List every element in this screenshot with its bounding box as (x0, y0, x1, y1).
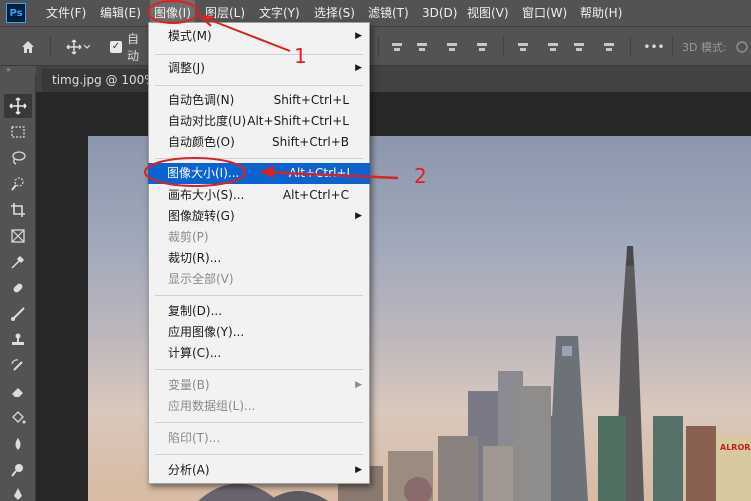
mode-3d-label: 3D 模式: (682, 41, 727, 54)
menu-item-auto-color[interactable]: 自动颜色(O) Shift+Ctrl+B (149, 132, 369, 153)
menu-filter[interactable]: 滤镜(T) (368, 0, 409, 26)
menu-bar: Ps 文件(F) 编辑(E) 图像(I) 图层(L) 文字(Y) 选择(S) 滤… (0, 0, 751, 26)
clone-stamp-tool-icon[interactable] (4, 328, 32, 352)
blur-tool-icon[interactable] (4, 432, 32, 456)
image-menu-dropdown: 模式(M) ▶ 调整(J) ▶ 自动色调(N) Shift+Ctrl+L 自动对比度(… (148, 22, 370, 484)
submenu-arrow-icon: ▶ (355, 380, 362, 390)
menu-item-canvas-size[interactable]: 画布大小(S)... Alt+Ctrl+C (149, 185, 369, 206)
distribute-vertical-icon[interactable] (600, 27, 618, 67)
distribute-icon[interactable] (473, 27, 491, 67)
menu-item-trap[interactable]: 陷印(T)... (149, 428, 369, 449)
move-tool-preset-icon[interactable] (58, 27, 98, 67)
menu-item-adjust[interactable]: 调整(J) ▶ (149, 58, 369, 79)
menu-item-apply-image[interactable]: 应用图像(Y)... (149, 322, 369, 343)
align-center-icon[interactable] (413, 27, 431, 67)
menu-item-auto-tone[interactable]: 自动色调(N) Shift+Ctrl+L (149, 90, 369, 111)
marquee-tool-icon[interactable] (4, 120, 32, 144)
menu-item-reveal-all[interactable]: 显示全部(V) (149, 269, 369, 290)
frame-tool-icon[interactable] (4, 224, 32, 248)
menu-item-image-rotation[interactable]: 图像旋转(G) ▶ (149, 206, 369, 227)
align-middle-icon[interactable] (544, 27, 562, 67)
menu-item-apply-data-set[interactable]: 应用数据组(L)... (149, 396, 369, 417)
document-tab-bar: timg.jpg @ 100%( (36, 66, 751, 92)
menu-item-duplicate[interactable]: 复制(D)... (149, 301, 369, 322)
photoshop-logo[interactable]: Ps (6, 3, 26, 23)
dodge-tool-icon[interactable] (4, 458, 32, 482)
submenu-arrow-icon: ▶ (355, 63, 362, 73)
eraser-tool-icon[interactable] (4, 380, 32, 404)
auto-select-label: 自动 (127, 32, 140, 63)
healing-brush-tool-icon[interactable] (4, 276, 32, 300)
lasso-tool-icon[interactable] (4, 146, 32, 170)
auto-select-checkbox[interactable]: ✓ (108, 27, 124, 67)
submenu-arrow-icon: ▶ (355, 211, 362, 221)
move-tool-icon[interactable] (4, 94, 32, 118)
menu-3d[interactable]: 3D(D) (422, 0, 457, 26)
menu-item-calculations[interactable]: 计算(C)... (149, 343, 369, 364)
annotation-step-2: 2 (414, 164, 427, 188)
menu-item-image-size[interactable]: 图像大小(I)... Alt+Ctrl+I (148, 163, 370, 184)
menu-item-trim[interactable]: 裁切(R)... (149, 248, 369, 269)
eyedropper-tool-icon[interactable] (4, 250, 32, 274)
menu-item-auto-contrast[interactable]: 自动对比度(U) Alt+Shift+Ctrl+L (149, 111, 369, 132)
menu-item-crop[interactable]: 裁剪(P) (149, 227, 369, 248)
menu-item-variables[interactable]: 变量(B) ▶ (149, 375, 369, 396)
menu-view[interactable]: 视图(V) (467, 0, 509, 26)
align-left-icon[interactable] (388, 27, 406, 67)
menu-edit[interactable]: 编辑(E) (100, 0, 141, 26)
crop-tool-icon[interactable] (4, 198, 32, 222)
history-brush-tool-icon[interactable] (4, 354, 32, 378)
photoshop-window: Ps 文件(F) 编辑(E) 图像(I) 图层(L) 文字(Y) 选择(S) 滤… (0, 0, 751, 501)
brush-tool-icon[interactable] (4, 302, 32, 326)
pen-tool-icon[interactable] (4, 482, 32, 501)
home-icon[interactable] (12, 27, 44, 67)
menu-help[interactable]: 帮助(H) (580, 0, 622, 26)
building-sign: ALRORA (720, 443, 751, 452)
menu-item-analysis[interactable]: 分析(A) ▶ (149, 460, 369, 481)
align-bottom-icon[interactable] (570, 27, 588, 67)
align-top-icon[interactable] (514, 27, 532, 67)
quick-selection-tool-icon[interactable] (4, 172, 32, 196)
paint-bucket-tool-icon[interactable] (4, 406, 32, 430)
submenu-arrow-icon: ▶ (355, 465, 362, 475)
menu-file[interactable]: 文件(F) (46, 0, 86, 26)
rotate-3d-icon[interactable] (734, 27, 750, 67)
menu-item-mode[interactable]: 模式(M) ▶ (149, 26, 369, 47)
submenu-arrow-icon: ▶ (355, 31, 362, 41)
menu-window[interactable]: 窗口(W) (522, 0, 567, 26)
annotation-step-1: 1 (294, 44, 307, 68)
canvas-area[interactable]: ALRORA (36, 92, 751, 501)
panel-collapse-arrows[interactable]: » (0, 66, 36, 74)
options-bar: ✓ 自动 ••• 3D 模式: (0, 26, 751, 66)
align-right-icon[interactable] (443, 27, 461, 67)
more-options-button[interactable]: ••• (640, 27, 668, 67)
toolbox (0, 74, 36, 501)
